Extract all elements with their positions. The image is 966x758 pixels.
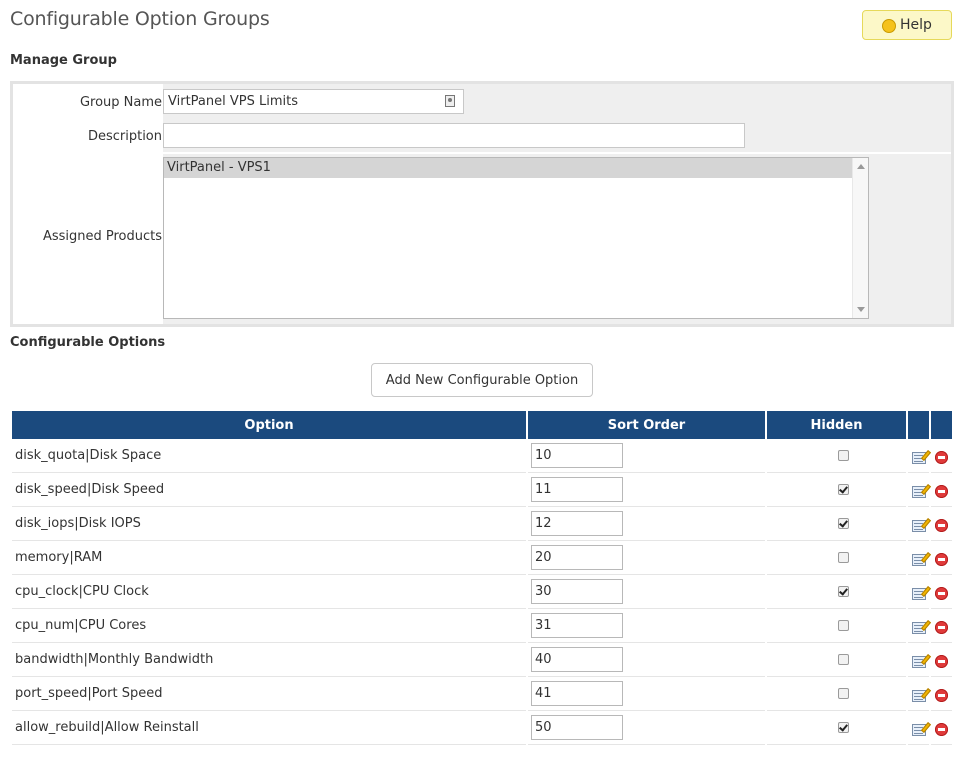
sort-order-input[interactable] [531, 579, 623, 604]
description-input[interactable] [163, 123, 745, 148]
help-button[interactable]: Help [862, 10, 952, 40]
manage-group-form: Group Name Description Assigned Products… [10, 81, 954, 327]
table-row: bandwidth|Monthly Bandwidth [12, 643, 952, 677]
option-name: memory|RAM [12, 541, 526, 575]
option-name: cpu_clock|CPU Clock [12, 575, 526, 609]
sort-order-input[interactable] [531, 613, 623, 638]
delete-icon[interactable] [935, 655, 948, 668]
table-row: cpu_clock|CPU Clock [12, 575, 952, 609]
delete-icon[interactable] [935, 553, 948, 566]
edit-icon[interactable] [911, 689, 926, 702]
column-header-delete [931, 411, 952, 439]
sort-order-input[interactable] [531, 511, 623, 536]
description-row: Description [13, 120, 951, 154]
option-name: disk_quota|Disk Space [12, 439, 526, 473]
table-header-row: Option Sort Order Hidden [12, 411, 952, 439]
edit-icon[interactable] [911, 553, 926, 566]
column-header-option[interactable]: Option [12, 411, 526, 439]
edit-icon[interactable] [911, 451, 926, 464]
hidden-checkbox[interactable] [838, 654, 849, 665]
edit-icon[interactable] [911, 519, 926, 532]
option-name: disk_iops|Disk IOPS [12, 507, 526, 541]
edit-icon[interactable] [911, 655, 926, 668]
assigned-product-option[interactable]: VirtPanel - VPS1 [164, 158, 852, 178]
assigned-products-row: Assigned Products VirtPanel - VPS1 [13, 154, 951, 324]
edit-icon[interactable] [911, 485, 926, 498]
table-row: memory|RAM [12, 541, 952, 575]
description-label: Description [87, 129, 162, 144]
page-title: Configurable Option Groups [10, 8, 270, 30]
delete-icon[interactable] [935, 485, 948, 498]
lightbulb-icon [882, 19, 897, 33]
delete-icon[interactable] [935, 723, 948, 736]
edit-icon[interactable] [911, 587, 926, 600]
sort-order-input[interactable] [531, 477, 623, 502]
assigned-products-label: Assigned Products [42, 229, 162, 244]
address-card-icon[interactable] [445, 95, 455, 107]
configurable-options-heading: Configurable Options [10, 335, 166, 350]
sort-order-input[interactable] [531, 545, 623, 570]
sort-order-input[interactable] [531, 647, 623, 672]
delete-icon[interactable] [935, 621, 948, 634]
group-name-field-cell [163, 84, 951, 120]
group-name-row: Group Name [13, 84, 951, 122]
table-row: disk_iops|Disk IOPS [12, 507, 952, 541]
column-header-hidden[interactable]: Hidden [767, 411, 906, 439]
assigned-products-listbox[interactable]: VirtPanel - VPS1 [163, 157, 869, 319]
description-field-cell [163, 120, 951, 152]
delete-icon[interactable] [935, 519, 948, 532]
hidden-checkbox[interactable] [838, 722, 849, 733]
sort-order-input[interactable] [531, 681, 623, 706]
hidden-checkbox[interactable] [838, 450, 849, 461]
edit-icon[interactable] [911, 621, 926, 634]
column-header-edit [908, 411, 929, 439]
option-name: port_speed|Port Speed [12, 677, 526, 711]
hidden-checkbox[interactable] [838, 620, 849, 631]
hidden-checkbox[interactable] [838, 518, 849, 529]
option-name: disk_speed|Disk Speed [12, 473, 526, 507]
assigned-products-field-cell: VirtPanel - VPS1 [163, 154, 951, 324]
add-new-configurable-option-button[interactable]: Add New Configurable Option [371, 363, 593, 397]
group-name-label: Group Name [79, 95, 162, 110]
scroll-up-arrow-icon[interactable] [857, 164, 865, 169]
configurable-options-table: Option Sort Order Hidden disk_quota|Disk… [10, 411, 954, 745]
delete-icon[interactable] [935, 689, 948, 702]
listbox-scrollbar[interactable] [852, 158, 868, 318]
option-name: allow_rebuild|Allow Reinstall [12, 711, 526, 745]
column-header-sort-order[interactable]: Sort Order [528, 411, 765, 439]
hidden-checkbox[interactable] [838, 586, 849, 597]
table-row: disk_quota|Disk Space [12, 439, 952, 473]
help-button-label: Help [900, 17, 932, 33]
scroll-down-arrow-icon[interactable] [857, 307, 865, 312]
sort-order-input[interactable] [531, 443, 623, 468]
group-name-input[interactable] [163, 89, 464, 114]
edit-icon[interactable] [911, 723, 926, 736]
option-name: bandwidth|Monthly Bandwidth [12, 643, 526, 677]
table-row: allow_rebuild|Allow Reinstall [12, 711, 952, 745]
hidden-checkbox[interactable] [838, 688, 849, 699]
delete-icon[interactable] [935, 587, 948, 600]
table-row: cpu_num|CPU Cores [12, 609, 952, 643]
delete-icon[interactable] [935, 451, 948, 464]
hidden-checkbox[interactable] [838, 484, 849, 495]
table-row: port_speed|Port Speed [12, 677, 952, 711]
manage-group-heading: Manage Group [10, 53, 117, 68]
table-row: disk_speed|Disk Speed [12, 473, 952, 507]
sort-order-input[interactable] [531, 715, 623, 740]
option-name: cpu_num|CPU Cores [12, 609, 526, 643]
hidden-checkbox[interactable] [838, 552, 849, 563]
